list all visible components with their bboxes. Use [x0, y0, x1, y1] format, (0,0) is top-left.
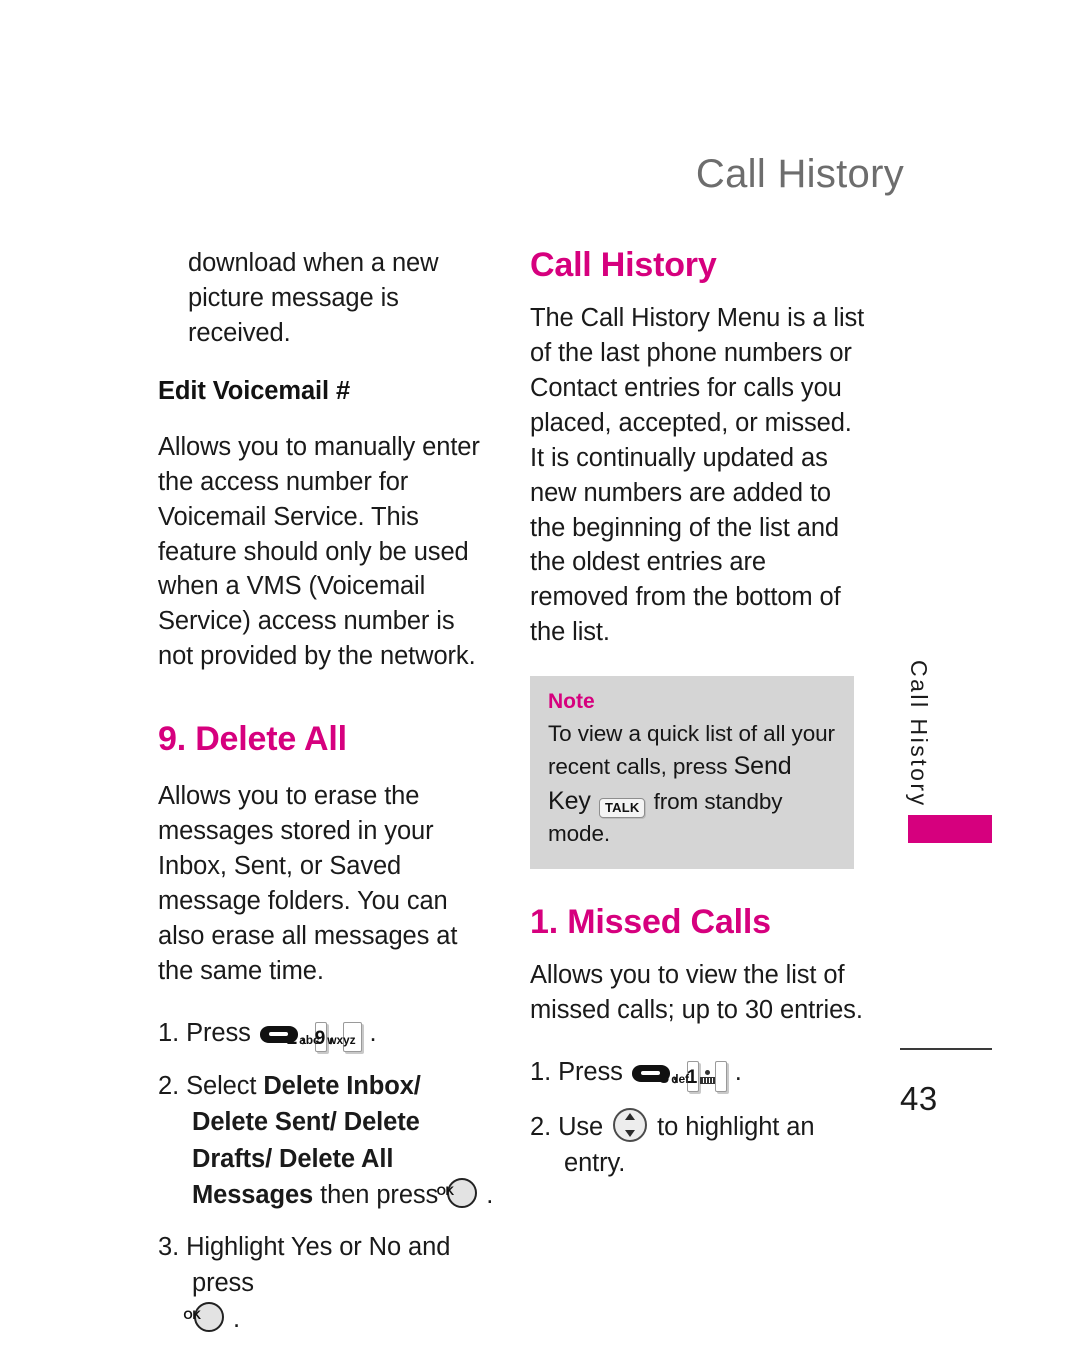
step-text-end: .	[233, 1305, 240, 1334]
note-title: Note	[548, 690, 595, 714]
footer-divider	[900, 1048, 992, 1050]
arrow-up-icon	[625, 1112, 636, 1120]
missed-calls-steps: 1. Press , 3def, 1 . 2. Use to highlight…	[530, 1054, 870, 1181]
menu-key-icon	[259, 1025, 298, 1043]
left-column: download when a new picture message is r…	[158, 246, 494, 1354]
continued-paragraph: download when a new picture message is r…	[188, 249, 439, 347]
step-text: Press	[558, 1058, 623, 1087]
navigation-key-icon	[613, 1107, 648, 1142]
step-text-middle: then press	[320, 1180, 439, 1209]
voicemail-glyph-icon	[700, 1070, 716, 1085]
step-number: 2.	[530, 1112, 552, 1141]
manual-page: Call History download when a new picture…	[0, 0, 1080, 1333]
step-number: 2.	[158, 1072, 180, 1101]
ok-key-icon: OK	[183, 1302, 224, 1333]
step-item: 1. Press , 3def, 1 .	[530, 1054, 870, 1092]
step-text: Use	[558, 1112, 604, 1141]
page-number: 43	[900, 1080, 938, 1117]
arrow-down-icon	[625, 1129, 636, 1137]
call-history-intro-paragraph: The Call History Menu is a list of the l…	[530, 304, 865, 647]
step-number: 1.	[158, 1018, 180, 1047]
step-text-end: .	[734, 1058, 742, 1087]
step-item: 2. Use to highlight an entry.	[530, 1107, 870, 1181]
note-body: To view a quick list of all your recent …	[548, 718, 836, 849]
menu-key-icon	[631, 1065, 670, 1083]
section-heading-call-history: Call History	[530, 246, 717, 284]
side-tab-label: Call History	[906, 660, 932, 808]
delete-all-paragraph: Allows you to erase the messages stored …	[158, 782, 458, 985]
ok-key-icon: OK	[437, 1177, 478, 1208]
section-heading-missed-calls: 1. Missed Calls	[530, 903, 771, 942]
step-text: Highlight Yes or No and press	[186, 1233, 451, 1298]
step-text-end: .	[486, 1180, 494, 1209]
step-item: 3. Highlight Yes or No and press OK .	[158, 1229, 494, 1338]
section-heading-delete-all: 9. Delete All	[158, 720, 347, 759]
step-number: 1.	[530, 1058, 552, 1087]
subheading-edit-voicemail: Edit Voicemail #	[158, 376, 351, 405]
side-tab-accent-bar	[908, 815, 992, 843]
talk-key-icon: TALK	[598, 797, 646, 818]
note-box: Note To view a quick list of all your re…	[530, 676, 854, 870]
step-item: 2. Select Delete Inbox/ Delete Sent/ Del…	[158, 1068, 494, 1213]
running-header: Call History	[695, 152, 904, 196]
9-wxyz-key-icon: 9 wxyz	[315, 1021, 362, 1053]
step-number: 3.	[158, 1233, 180, 1262]
step-text-end: .	[369, 1018, 377, 1047]
right-column: Call History The Call History Menu is a …	[530, 246, 870, 1197]
note-text-before: To view a quick list of all your recent …	[548, 721, 835, 780]
missed-calls-paragraph: Allows you to view the list of missed ca…	[530, 961, 863, 1025]
step-text: Select	[186, 1072, 257, 1101]
step-item: 1. Press , 2abc, 9wxyz .	[158, 1015, 494, 1053]
step-text: Press	[186, 1018, 251, 1047]
delete-all-steps: 1. Press , 2abc, 9wxyz . 2. Select Delet…	[158, 1015, 494, 1338]
1-voicemail-key-icon: 1	[687, 1061, 727, 1092]
subhead-paragraph: Allows you to manually enter the access …	[158, 432, 480, 671]
